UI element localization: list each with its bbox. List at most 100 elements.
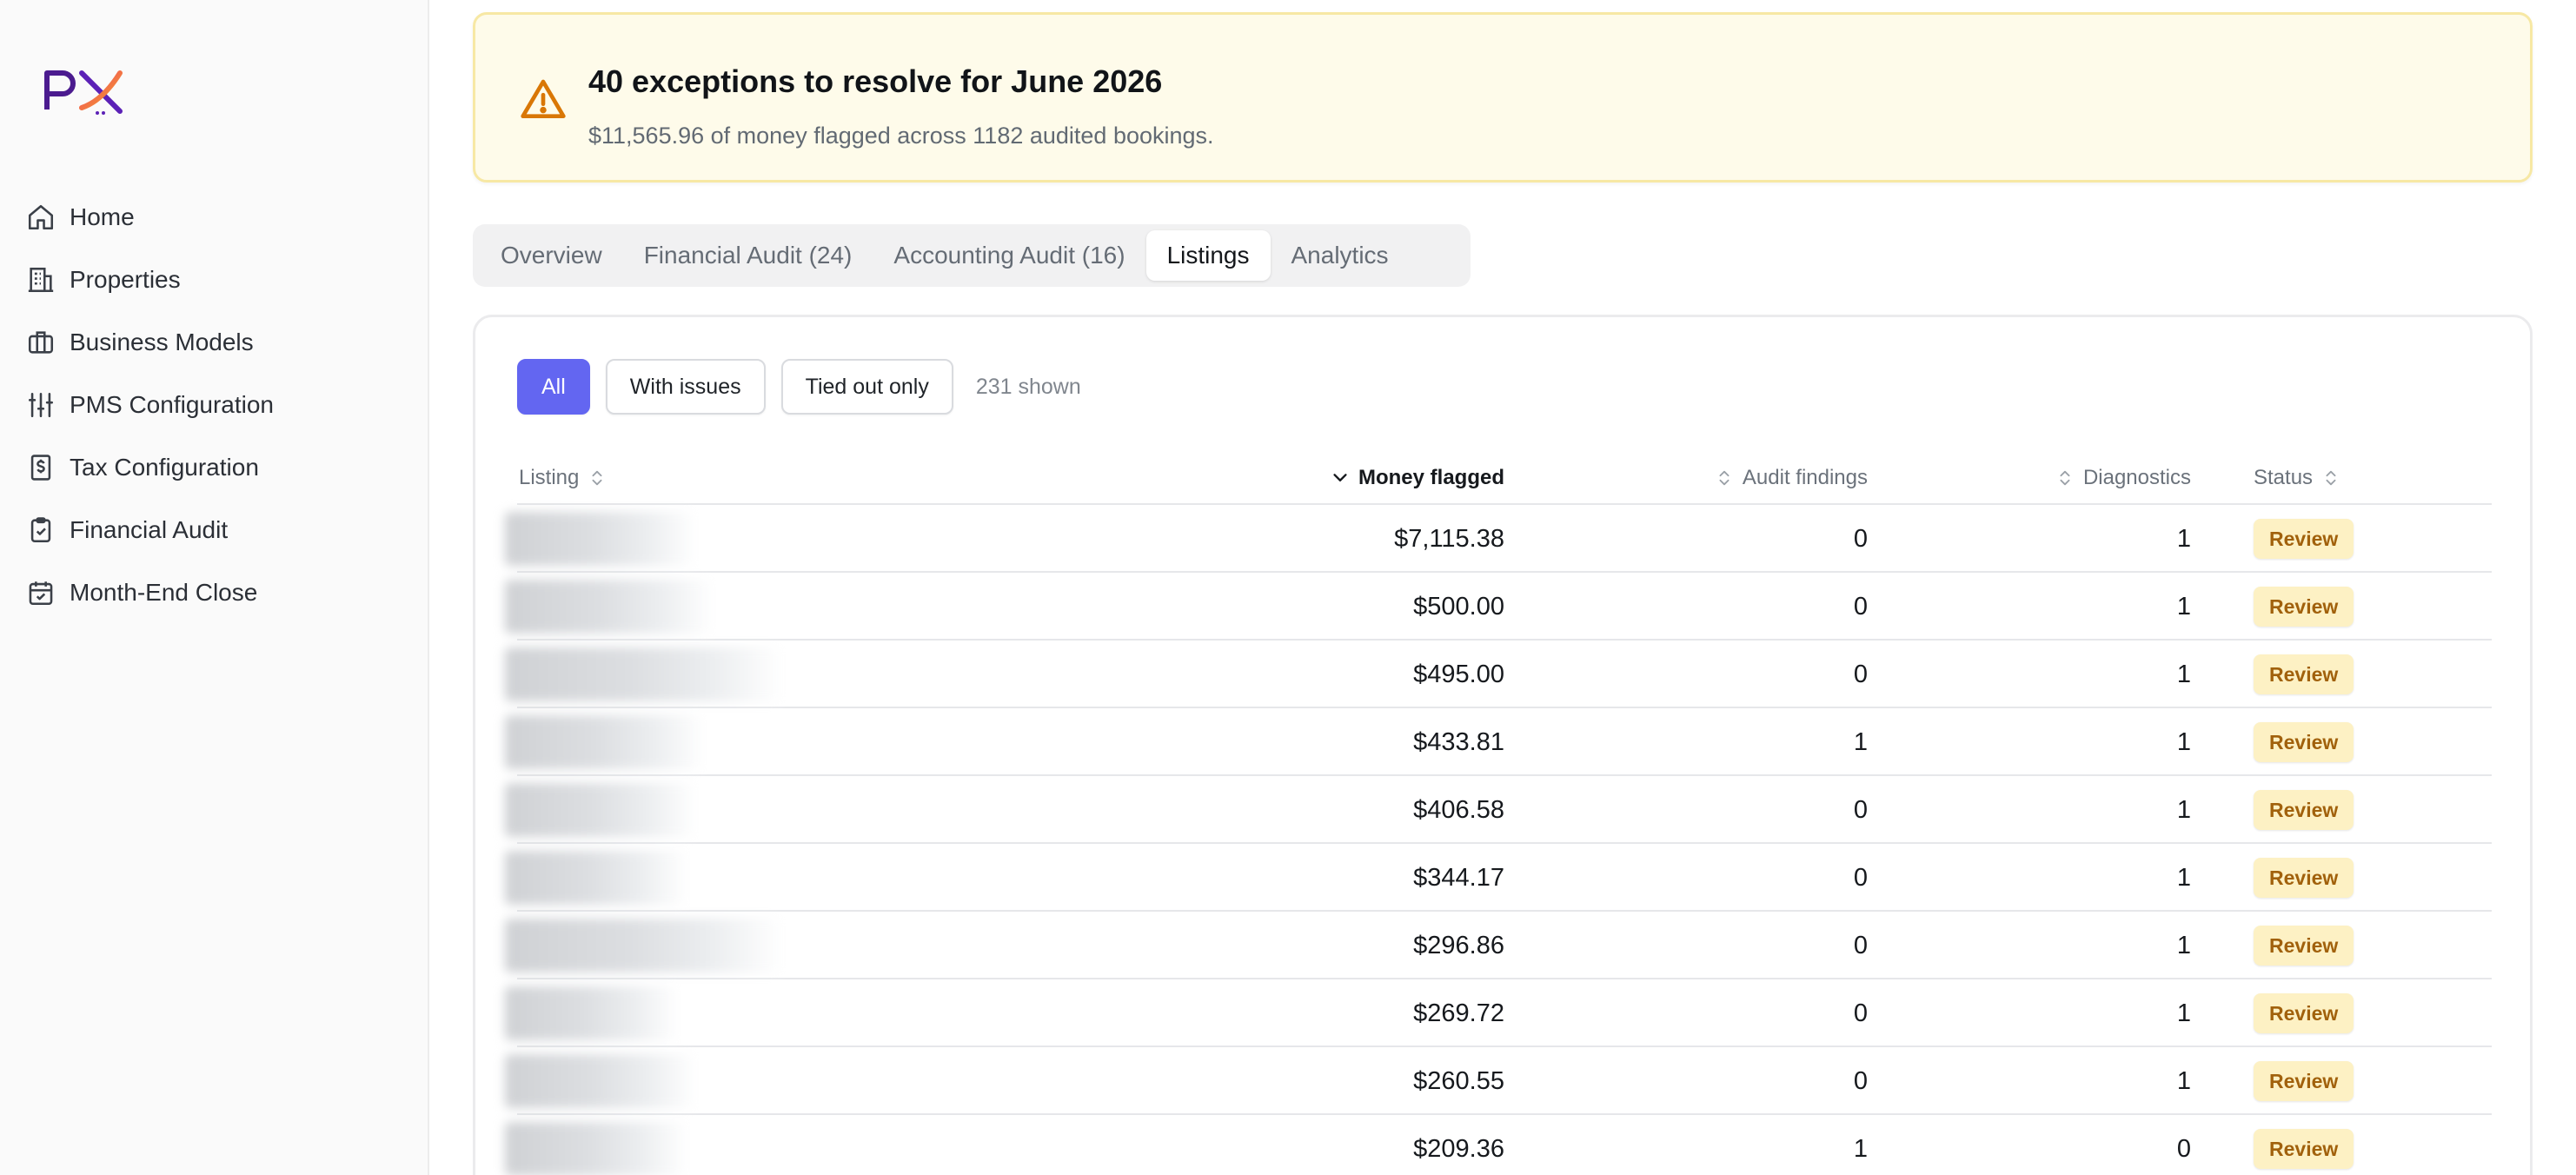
status-cell: Review (2254, 641, 2354, 708)
status-badge-review[interactable]: Review (2254, 519, 2354, 559)
banner-subtitle: $11,565.96 of money flagged across 1182 … (588, 123, 1214, 149)
status-badge-review[interactable]: Review (2254, 722, 2354, 762)
chevron-down-icon (1331, 468, 1350, 488)
money-flagged-cell: $344.17 (1413, 863, 1504, 892)
column-label: Diagnostics (2082, 466, 2191, 489)
sidebar-item-properties[interactable]: Properties (26, 249, 408, 311)
redacted-listing-name (505, 580, 714, 634)
audit-findings-cell: 1 (1853, 1134, 1868, 1163)
sidebar-item-label: Month-End Close (70, 579, 258, 606)
sidebar-item-label: Tax Configuration (70, 454, 259, 481)
table-row[interactable]: $260.55 0 1 Review (505, 1047, 2492, 1115)
diagnostics-cell: 1 (2176, 999, 2191, 1027)
sidebar-item-pms-configuration[interactable]: PMS Configuration (26, 374, 408, 436)
column-label: Money flagged (1358, 466, 1504, 489)
tab-financial-audit[interactable]: Financial Audit (24) (623, 230, 873, 281)
money-flagged-cell: $433.81 (1413, 727, 1504, 756)
status-badge-review[interactable]: Review (2254, 790, 2354, 830)
sliders-icon (26, 390, 56, 420)
money-flagged-cell: $406.58 (1413, 795, 1504, 824)
redacted-listing-name (505, 1054, 696, 1108)
money-flagged-cell: $500.00 (1413, 592, 1504, 621)
column-header-money-flagged[interactable]: Money flagged (1331, 451, 1504, 505)
table-header: Listing Money flagged Audit findings Dia… (517, 451, 2492, 505)
redacted-listing-name (505, 647, 783, 701)
redacted-listing-name (505, 851, 687, 905)
filter-tied-out-button[interactable]: Tied out only (780, 359, 953, 415)
money-flagged-cell: $7,115.38 (1394, 524, 1504, 553)
column-header-audit-findings[interactable]: Audit findings (1715, 451, 1868, 505)
money-flagged-cell: $296.86 (1413, 931, 1504, 959)
table-row[interactable]: $296.86 0 1 Review (505, 912, 2492, 979)
sidebar-item-tax-configuration[interactable]: Tax Configuration (26, 436, 408, 499)
status-badge-review[interactable]: Review (2254, 654, 2354, 694)
column-header-status[interactable]: Status (2254, 451, 2340, 505)
tab-bar: Overview Financial Audit (24) Accounting… (473, 224, 1471, 287)
column-header-listing[interactable]: Listing (519, 451, 607, 505)
sidebar-item-business-models[interactable]: Business Models (26, 311, 408, 374)
table-row[interactable]: $500.00 0 1 Review (505, 573, 2492, 641)
app: Home Properties Business Models PMS Conf… (0, 0, 2576, 1175)
sort-icon (2321, 468, 2340, 488)
audit-findings-cell: 0 (1853, 999, 1868, 1027)
table-row[interactable]: $344.17 0 1 Review (505, 844, 2492, 912)
main-content: 40 exceptions to resolve for June 2026 $… (473, 0, 2533, 1175)
sidebar-item-financial-audit[interactable]: Financial Audit (26, 499, 408, 561)
table-row[interactable]: $209.36 1 0 Review (505, 1115, 2492, 1175)
status-badge-review[interactable]: Review (2254, 993, 2354, 1033)
diagnostics-cell: 1 (2176, 660, 2191, 688)
sidebar-item-label: Properties (70, 266, 181, 293)
diagnostics-cell: 1 (2176, 863, 2191, 892)
diagnostics-cell: 1 (2176, 795, 2191, 824)
sidebar-item-label: PMS Configuration (70, 391, 275, 418)
home-icon (26, 202, 56, 232)
redacted-listing-name (505, 783, 696, 837)
status-badge-review[interactable]: Review (2254, 1061, 2354, 1101)
sidebar-nav: Home Properties Business Models PMS Conf… (26, 186, 408, 624)
sidebar-item-home[interactable]: Home (26, 186, 408, 249)
table-row[interactable]: $406.58 0 1 Review (505, 776, 2492, 844)
sidebar: Home Properties Business Models PMS Conf… (0, 0, 429, 1175)
sidebar-item-month-end-close[interactable]: Month-End Close (26, 561, 408, 624)
audit-findings-cell: 0 (1853, 795, 1868, 824)
diagnostics-cell: 1 (2176, 727, 2191, 756)
table-row[interactable]: $7,115.38 0 1 Review (505, 505, 2492, 573)
column-header-diagnostics[interactable]: Diagnostics (2055, 451, 2191, 505)
status-badge-review[interactable]: Review (2254, 926, 2354, 966)
briefcase-icon (26, 328, 56, 357)
status-cell: Review (2254, 1115, 2354, 1175)
table-row[interactable]: $433.81 1 1 Review (505, 708, 2492, 776)
table-body: $7,115.38 0 1 Review $500.00 0 1 Review … (505, 505, 2492, 1175)
status-cell: Review (2254, 912, 2354, 979)
tab-listings[interactable]: Listings (1145, 230, 1271, 281)
audit-findings-cell: 0 (1853, 660, 1868, 688)
tab-overview[interactable]: Overview (480, 230, 623, 281)
table-row[interactable]: $495.00 0 1 Review (505, 641, 2492, 708)
money-flagged-cell: $269.72 (1413, 999, 1504, 1027)
status-badge-review[interactable]: Review (2254, 587, 2354, 627)
sidebar-item-label: Business Models (70, 329, 254, 355)
status-badge-review[interactable]: Review (2254, 1129, 2354, 1169)
redacted-listing-name (505, 919, 783, 973)
warning-triangle-icon (519, 76, 568, 124)
tab-analytics[interactable]: Analytics (1271, 230, 1410, 281)
tab-accounting-audit[interactable]: Accounting Audit (16) (873, 230, 1145, 281)
status-cell: Review (2254, 776, 2354, 844)
calendar-check-icon (26, 578, 56, 607)
column-label: Status (2254, 466, 2314, 489)
table-row[interactable]: $269.72 0 1 Review (505, 979, 2492, 1047)
diagnostics-cell: 1 (2176, 524, 2191, 553)
status-cell: Review (2254, 708, 2354, 776)
column-label: Audit findings (1742, 466, 1868, 489)
audit-findings-cell: 1 (1853, 727, 1868, 756)
money-flagged-cell: $209.36 (1413, 1134, 1504, 1163)
diagnostics-cell: 1 (2176, 592, 2191, 621)
status-cell: Review (2254, 844, 2354, 912)
status-badge-review[interactable]: Review (2254, 858, 2354, 898)
filter-bar: All With issues Tied out only 231 shown (517, 359, 1081, 415)
audit-findings-cell: 0 (1853, 863, 1868, 892)
filter-with-issues-button[interactable]: With issues (605, 359, 766, 415)
sort-icon (1715, 468, 1734, 488)
px-logo[interactable] (42, 66, 129, 116)
filter-all-button[interactable]: All (517, 359, 590, 415)
